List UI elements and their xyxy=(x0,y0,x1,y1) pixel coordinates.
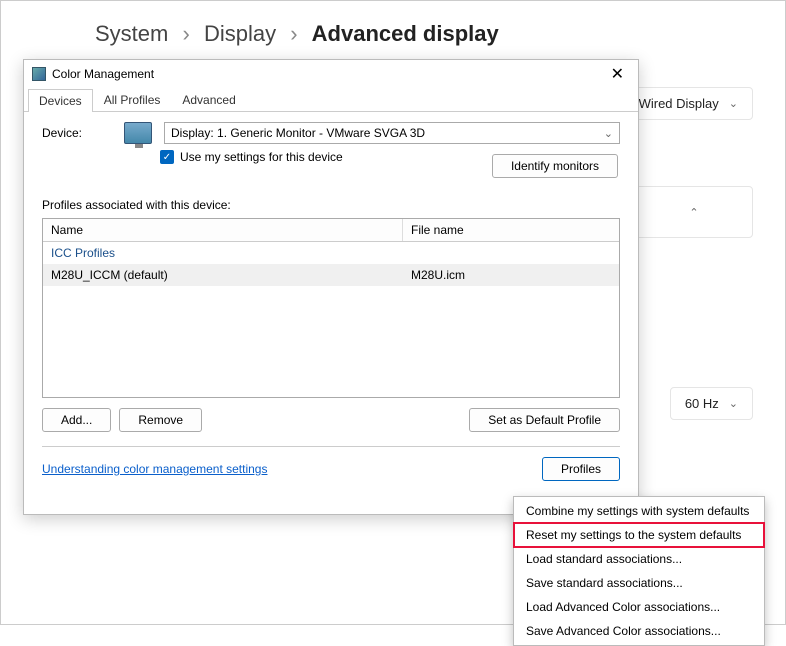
tab-advanced[interactable]: Advanced xyxy=(171,88,246,111)
menu-item[interactable]: Load standard associations... xyxy=(514,547,764,571)
devices-panel: Device: Display: 1. Generic Monitor - VM… xyxy=(24,112,638,491)
menu-item[interactable]: Combine my settings with system defaults xyxy=(514,499,764,523)
understanding-link[interactable]: Understanding color management settings xyxy=(42,462,267,476)
refresh-rate-selector[interactable]: 60 Hz ⌄ xyxy=(670,387,753,420)
profiles-table: Name File name ICC Profiles M28U_ICCM (d… xyxy=(42,218,620,398)
chevron-right-icon: › xyxy=(282,21,305,46)
remove-button[interactable]: Remove xyxy=(119,408,202,432)
close-button[interactable]: ✕ xyxy=(605,64,630,84)
table-header: Name File name xyxy=(43,219,619,242)
refresh-rate-value: 60 Hz xyxy=(685,396,719,411)
breadcrumb-advanced-display: Advanced display xyxy=(312,21,499,46)
menu-item[interactable]: Load Advanced Color associations... xyxy=(514,595,764,619)
display-info-card[interactable]: ⌃ xyxy=(635,186,753,238)
add-button[interactable]: Add... xyxy=(42,408,111,432)
breadcrumb-system[interactable]: System xyxy=(95,21,168,46)
display-selector-label: Wired Display xyxy=(639,96,719,111)
breadcrumb: System › Display › Advanced display xyxy=(1,1,785,59)
breadcrumb-display[interactable]: Display xyxy=(204,21,276,46)
chevron-right-icon: › xyxy=(174,21,197,46)
device-dropdown[interactable]: Display: 1. Generic Monitor - VMware SVG… xyxy=(164,122,620,144)
use-settings-checkbox[interactable]: ✓ xyxy=(160,150,174,164)
chevron-up-icon: ⌃ xyxy=(689,206,698,219)
profiles-button[interactable]: Profiles xyxy=(542,457,620,481)
dialog-title: Color Management xyxy=(52,67,154,81)
menu-item[interactable]: Save Advanced Color associations... xyxy=(514,619,764,643)
device-label: Device: xyxy=(42,126,112,140)
table-row[interactable]: M28U_ICCM (default) M28U.icm xyxy=(43,264,619,286)
divider xyxy=(42,446,620,447)
chevron-down-icon: ⌄ xyxy=(729,97,738,110)
menu-item[interactable]: Save standard associations... xyxy=(514,571,764,595)
row-name: M28U_ICCM (default) xyxy=(43,264,403,286)
col-file[interactable]: File name xyxy=(403,219,619,241)
profiles-associated-label: Profiles associated with this device: xyxy=(42,198,620,212)
app-icon xyxy=(32,67,46,81)
profiles-dropdown-menu: Combine my settings with system defaults… xyxy=(513,496,765,646)
profile-group: ICC Profiles xyxy=(43,242,619,264)
tab-bar: Devices All Profiles Advanced xyxy=(24,88,638,112)
row-file: M28U.icm xyxy=(403,264,619,286)
use-settings-label: Use my settings for this device xyxy=(180,150,343,164)
col-name[interactable]: Name xyxy=(43,219,403,241)
device-dropdown-value: Display: 1. Generic Monitor - VMware SVG… xyxy=(171,126,425,140)
identify-monitors-button[interactable]: Identify monitors xyxy=(492,154,618,178)
color-management-dialog: Color Management ✕ Devices All Profiles … xyxy=(23,59,639,515)
tab-all-profiles[interactable]: All Profiles xyxy=(93,88,172,111)
titlebar: Color Management ✕ xyxy=(24,60,638,88)
tab-devices[interactable]: Devices xyxy=(28,89,93,112)
set-default-profile-button[interactable]: Set as Default Profile xyxy=(469,408,620,432)
menu-item[interactable]: Reset my settings to the system defaults xyxy=(514,523,764,547)
chevron-down-icon: ⌄ xyxy=(604,127,613,140)
display-selector[interactable]: Wired Display ⌄ xyxy=(624,87,753,120)
monitor-icon xyxy=(124,122,152,144)
chevron-down-icon: ⌄ xyxy=(729,397,738,410)
